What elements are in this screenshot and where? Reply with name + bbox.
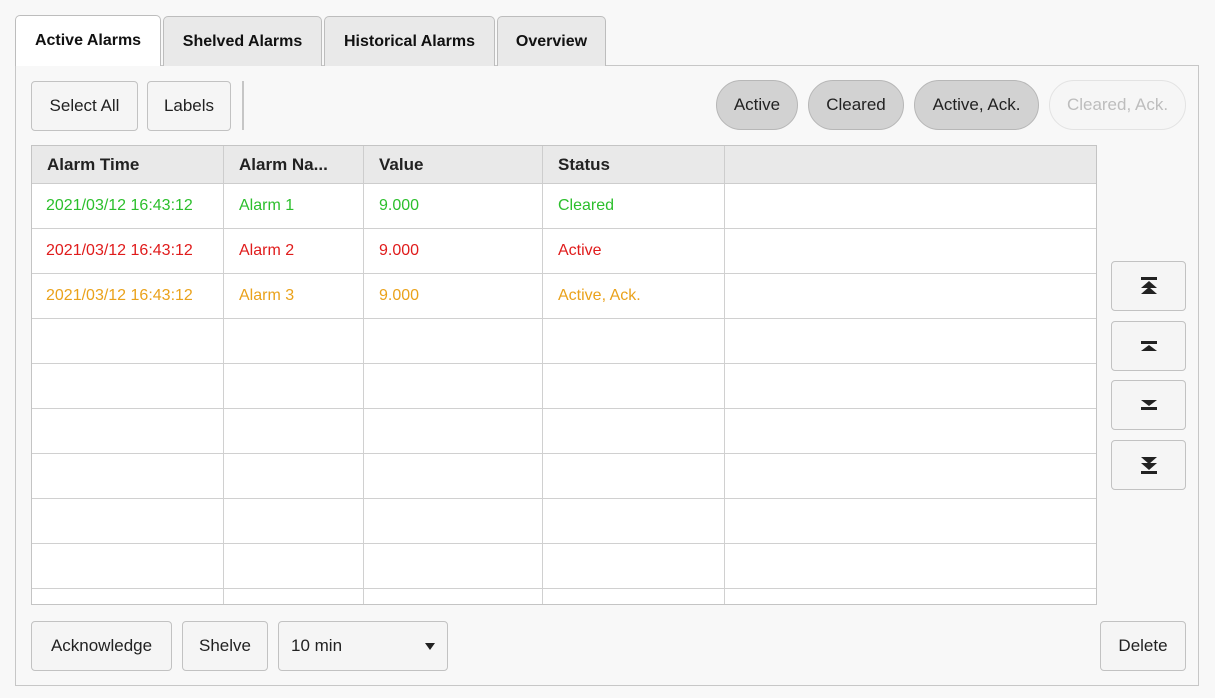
table-cell — [725, 229, 1096, 273]
filter-active-ack-button[interactable]: Active, Ack. — [914, 80, 1039, 130]
table-cell: 9.000 — [364, 229, 543, 273]
page-down-button[interactable] — [1111, 380, 1186, 430]
table-header: Alarm Time Alarm Na... Value Status — [32, 146, 1096, 184]
tab-bar: Active Alarms Shelved Alarms Historical … — [15, 15, 608, 66]
acknowledge-button[interactable]: Acknowledge — [31, 621, 172, 671]
table-cell — [32, 589, 224, 604]
table-cell — [224, 454, 364, 498]
filter-cleared-ack-button: Cleared, Ack. — [1049, 80, 1186, 130]
table-cell — [32, 409, 224, 453]
table-cell — [32, 319, 224, 363]
delete-button[interactable]: Delete — [1100, 621, 1186, 671]
table-cell: Alarm 1 — [224, 184, 364, 228]
table-cell: 2021/03/12 16:43:12 — [32, 274, 224, 318]
scroll-to-bottom-button[interactable] — [1111, 440, 1186, 490]
filter-active-button[interactable]: Active — [716, 80, 798, 130]
table-row[interactable]: 2021/03/12 16:43:12 Alarm 3 9.000 Active, A… — [32, 274, 1096, 319]
table-cell — [224, 409, 364, 453]
table-cell — [224, 589, 364, 604]
table-cell — [224, 364, 364, 408]
table-row[interactable] — [32, 544, 1096, 589]
table-cell: Active — [543, 229, 725, 273]
table-cell — [725, 589, 1096, 604]
table-cell — [725, 319, 1096, 363]
table-cell: Alarm 2 — [224, 229, 364, 273]
table-cell — [725, 364, 1096, 408]
scroll-to-bottom-icon — [1140, 457, 1157, 474]
table-cell — [543, 589, 725, 604]
table-cell: 2021/03/12 16:43:12 — [32, 229, 224, 273]
table-cell — [543, 454, 725, 498]
table-cell — [543, 364, 725, 408]
table-cell — [224, 499, 364, 543]
table-cell — [32, 454, 224, 498]
table-row[interactable] — [32, 499, 1096, 544]
table-cell: Alarm 3 — [224, 274, 364, 318]
alarm-table: Alarm Time Alarm Na... Value Status 2021… — [31, 145, 1097, 605]
table-cell — [725, 454, 1096, 498]
labels-button[interactable]: Labels — [147, 81, 231, 131]
tab-overview[interactable]: Overview — [497, 16, 606, 66]
table-cell — [725, 499, 1096, 543]
table-cell — [224, 319, 364, 363]
table-cell: 2021/03/12 16:43:12 — [32, 184, 224, 228]
table-cell — [543, 499, 725, 543]
table-cell — [364, 454, 543, 498]
column-header-alarm-time[interactable]: Alarm Time — [32, 146, 224, 183]
table-row[interactable]: 2021/03/12 16:43:12 Alarm 2 9.000 Active — [32, 229, 1096, 274]
table-cell — [364, 499, 543, 543]
page-up-button[interactable] — [1111, 321, 1186, 371]
table-cell: Cleared — [543, 184, 725, 228]
table-row[interactable] — [32, 319, 1096, 364]
shelve-duration-select[interactable]: 10 min — [278, 621, 448, 671]
table-row[interactable] — [32, 364, 1096, 409]
scroll-to-top-button[interactable] — [1111, 261, 1186, 311]
shelve-button[interactable]: Shelve — [182, 621, 268, 671]
table-cell — [364, 589, 543, 604]
table-body: 2021/03/12 16:43:12 Alarm 1 9.000 Cleared 20… — [32, 184, 1096, 604]
table-row[interactable] — [32, 589, 1096, 604]
page-up-icon — [1140, 341, 1157, 351]
table-cell — [364, 319, 543, 363]
chevron-down-icon — [425, 643, 435, 650]
scroll-to-top-icon — [1140, 277, 1157, 294]
table-cell — [364, 409, 543, 453]
table-cell — [725, 184, 1096, 228]
table-cell — [364, 364, 543, 408]
shelve-duration-value: 10 min — [291, 636, 343, 655]
table-row[interactable] — [32, 454, 1096, 499]
table-cell — [364, 544, 543, 588]
column-header-status[interactable]: Status — [543, 146, 725, 183]
table-cell — [32, 364, 224, 408]
table-cell — [224, 544, 364, 588]
table-cell — [32, 499, 224, 543]
toolbar-separator — [242, 81, 244, 130]
page-down-icon — [1140, 400, 1157, 410]
table-cell — [32, 544, 224, 588]
table-cell: 9.000 — [364, 184, 543, 228]
column-header-value[interactable]: Value — [364, 146, 543, 183]
table-cell: Active, Ack. — [543, 274, 725, 318]
table-row[interactable]: 2021/03/12 16:43:12 Alarm 1 9.000 Cleared — [32, 184, 1096, 229]
table-cell — [725, 274, 1096, 318]
table-cell — [543, 544, 725, 588]
tab-shelved-alarms[interactable]: Shelved Alarms — [163, 16, 322, 66]
table-row[interactable] — [32, 409, 1096, 454]
table-cell — [543, 409, 725, 453]
column-header-extra — [725, 146, 1096, 183]
tab-historical-alarms[interactable]: Historical Alarms — [324, 16, 495, 66]
tab-active-alarms[interactable]: Active Alarms — [15, 15, 161, 66]
table-cell — [543, 319, 725, 363]
table-cell: 9.000 — [364, 274, 543, 318]
column-header-alarm-name[interactable]: Alarm Na... — [224, 146, 364, 183]
filter-cleared-button[interactable]: Cleared — [808, 80, 904, 130]
select-all-button[interactable]: Select All — [31, 81, 138, 131]
table-cell — [725, 409, 1096, 453]
table-cell — [725, 544, 1096, 588]
